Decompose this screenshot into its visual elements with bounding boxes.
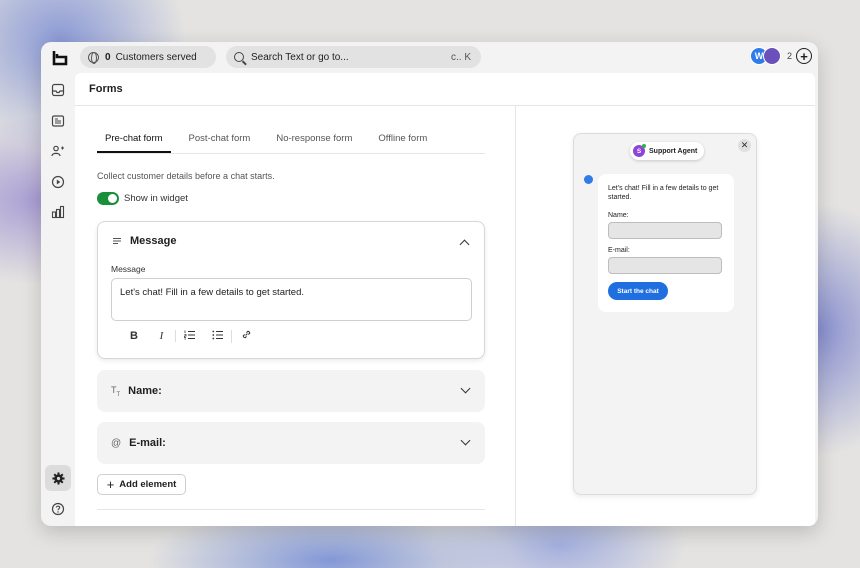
search-bar[interactable]: Search Text or go to... c.. K (226, 46, 481, 68)
divider (97, 509, 485, 510)
online-agents[interactable]: W 2 + (749, 47, 812, 65)
agent-name: Support Agent (649, 147, 698, 155)
start-chat-button[interactable]: Start the chat (608, 282, 668, 301)
customers-label: Customers served (115, 51, 197, 63)
preview-intro: Let's chat! Fill in a few details to get… (608, 185, 719, 202)
chevron-down-icon[interactable] (460, 435, 471, 446)
customers-count: 0 (105, 51, 111, 63)
search-icon (234, 52, 244, 62)
sidebar: W (41, 72, 74, 526)
close-icon[interactable]: ✕ (738, 139, 751, 152)
formatting-toolbar: B I (120, 329, 260, 343)
preview-email-label: E-mail: (608, 247, 630, 255)
tab-offline-form[interactable]: Offline form (370, 128, 435, 153)
team-avatar-icon (762, 47, 781, 65)
at-sign-icon: @ (111, 437, 122, 449)
link-icon[interactable] (232, 329, 260, 343)
name-card[interactable]: TT Name: (97, 370, 485, 412)
reports-icon[interactable] (51, 205, 65, 219)
customers-served-badge[interactable]: 0 Customers served (80, 46, 216, 68)
name-card-header: TT Name: (111, 385, 162, 398)
ordered-list-icon[interactable] (176, 330, 204, 343)
team-icon[interactable] (51, 144, 65, 158)
agent-chip: S Support Agent (630, 142, 705, 160)
search-shortcut: c.. K (450, 51, 471, 63)
bold-button[interactable]: B (120, 330, 148, 342)
text-type-icon: TT (111, 385, 121, 398)
bot-icon (584, 175, 593, 184)
add-button[interactable]: + (796, 48, 812, 64)
italic-button[interactable]: I (148, 330, 176, 342)
message-field-label: Message (111, 264, 146, 274)
settings-button[interactable] (45, 465, 71, 491)
email-card[interactable]: @ E-mail: (97, 422, 485, 464)
tab-post-chat-form[interactable]: Post-chat form (181, 128, 259, 153)
preview-name-input[interactable] (608, 222, 722, 240)
add-element-label: Add element (119, 479, 177, 490)
email-card-header: @ E-mail: (111, 437, 166, 449)
online-count: 2 (786, 51, 792, 61)
app-logo-icon[interactable] (52, 50, 68, 66)
page-title: Forms (75, 73, 815, 106)
app-window: 0 Customers served Search Text or go to.… (41, 42, 818, 526)
tab-pre-chat-form[interactable]: Pre-chat form (97, 128, 171, 153)
tab-no-response-form[interactable]: No-response form (268, 128, 360, 153)
search-placeholder: Search Text or go to... (251, 51, 349, 63)
show-in-widget-label: Show in widget (124, 193, 188, 204)
pre-chat-form-bubble: Let's chat! Fill in a few details to get… (598, 174, 734, 312)
globe-icon (88, 51, 99, 64)
gear-icon (51, 471, 65, 485)
text-lines-icon (113, 238, 121, 244)
message-card-title: Message (130, 235, 177, 247)
show-in-widget-toggle[interactable] (97, 192, 119, 205)
help-icon[interactable] (51, 502, 65, 516)
name-card-title: Name: (128, 385, 162, 398)
add-element-button[interactable]: + Add element (97, 474, 186, 495)
agent-avatar: S (633, 144, 646, 157)
widget-preview-pane: S Support Agent ✕ Let's chat! Fill in a … (517, 106, 815, 526)
inbox-icon[interactable] (51, 83, 65, 97)
play-icon[interactable] (51, 175, 65, 189)
contacts-card-icon[interactable] (51, 114, 65, 128)
preview-email-input[interactable] (608, 257, 722, 275)
bullet-list-icon[interactable] (204, 329, 232, 343)
main-panel: Forms Pre-chat form Post-chat form No-re… (75, 73, 815, 526)
preview-name-label: Name: (608, 212, 629, 220)
message-card: Message Message Let's chat! Fill in a fe… (97, 221, 485, 359)
helper-text: Collect customer details before a chat s… (97, 171, 275, 181)
chevron-up-icon[interactable] (459, 239, 470, 250)
message-textarea[interactable]: Let's chat! Fill in a few details to get… (111, 278, 472, 321)
chevron-down-icon[interactable] (460, 383, 471, 394)
top-bar: 0 Customers served Search Text or go to.… (41, 42, 818, 72)
message-card-header[interactable]: Message (112, 235, 176, 247)
show-in-widget-row: Show in widget (97, 192, 188, 205)
email-card-title: E-mail: (129, 437, 166, 449)
chat-widget-preview: S Support Agent ✕ Let's chat! Fill in a … (573, 133, 757, 495)
plus-icon: + (106, 477, 115, 492)
form-editor: Pre-chat form Post-chat form No-response… (75, 106, 516, 526)
form-tabs: Pre-chat form Post-chat form No-response… (97, 128, 485, 154)
